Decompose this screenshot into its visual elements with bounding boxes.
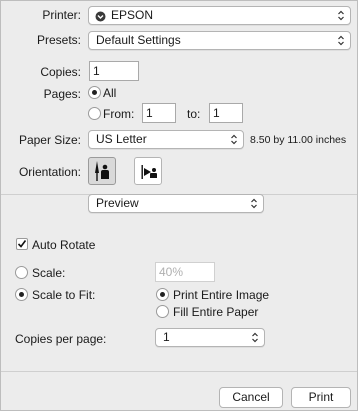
auto-rotate-label: Auto Rotate — [32, 238, 96, 252]
print-entire-image-radio[interactable] — [156, 288, 169, 301]
pages-from-field[interactable]: 1 — [142, 103, 176, 123]
auto-rotate-checkbox[interactable] — [16, 238, 28, 250]
paper-size-dimensions: 8.50 by 11.00 inches — [250, 134, 347, 146]
scale-to-fit-radio[interactable] — [15, 288, 28, 301]
paper-size-label: Paper Size: — [18, 133, 81, 147]
cancel-button[interactable]: Cancel — [219, 387, 283, 408]
landscape-icon — [141, 165, 157, 179]
copies-field[interactable]: 1 — [89, 61, 139, 81]
fill-entire-paper-label: Fill Entire Paper — [173, 305, 259, 319]
copies-label: Copies: — [40, 65, 81, 79]
chevron-updown-icon — [251, 198, 257, 209]
printer-status-icon — [95, 10, 106, 22]
pages-to-label: to: — [187, 107, 201, 121]
chevron-updown-icon — [338, 35, 344, 46]
chevron-updown-icon — [338, 10, 344, 21]
paper-size-value: US Letter — [96, 132, 147, 146]
scale-radio[interactable] — [15, 266, 28, 279]
section-menu-popup[interactable]: Preview — [88, 194, 264, 213]
fill-entire-paper-radio[interactable] — [156, 305, 169, 318]
orientation-label: Orientation: — [18, 165, 81, 179]
pages-all-radio[interactable] — [88, 86, 101, 99]
scale-field[interactable]: 40% — [155, 262, 215, 282]
footer-divider — [1, 371, 357, 372]
copies-per-page-value: 1 — [163, 330, 170, 344]
print-entire-image-label: Print Entire Image — [173, 288, 270, 302]
print-dialog: Printer: EPSON Presets: Default Settings… — [0, 0, 358, 411]
printer-label: Printer: — [42, 8, 81, 22]
chevron-updown-icon — [231, 134, 237, 145]
pages-to-field[interactable]: 1 — [209, 103, 243, 123]
scale-label: Scale: — [32, 266, 66, 280]
presets-popup[interactable]: Default Settings — [88, 31, 351, 50]
chevron-updown-icon — [252, 332, 258, 343]
copies-per-page-label: Copies per page: — [15, 332, 107, 346]
scale-to-fit-label: Scale to Fit: — [32, 288, 96, 302]
printer-value: EPSON — [111, 8, 154, 22]
orientation-landscape-button[interactable] — [134, 157, 162, 185]
section-menu-value: Preview — [96, 196, 139, 210]
presets-label: Presets: — [36, 33, 81, 47]
printer-popup[interactable]: EPSON — [88, 6, 351, 25]
pages-from-radio[interactable] — [88, 107, 101, 120]
pages-all-label: All — [103, 86, 117, 100]
pages-from-label: From: — [103, 107, 135, 121]
paper-size-popup[interactable]: US Letter — [88, 130, 244, 149]
checkmark-icon — [17, 240, 27, 248]
portrait-icon — [95, 161, 109, 181]
pages-label: Pages: — [43, 87, 81, 101]
orientation-portrait-button[interactable] — [88, 157, 116, 185]
copies-per-page-popup[interactable]: 1 — [155, 328, 265, 347]
print-button[interactable]: Print — [291, 387, 351, 408]
presets-value: Default Settings — [96, 33, 181, 47]
